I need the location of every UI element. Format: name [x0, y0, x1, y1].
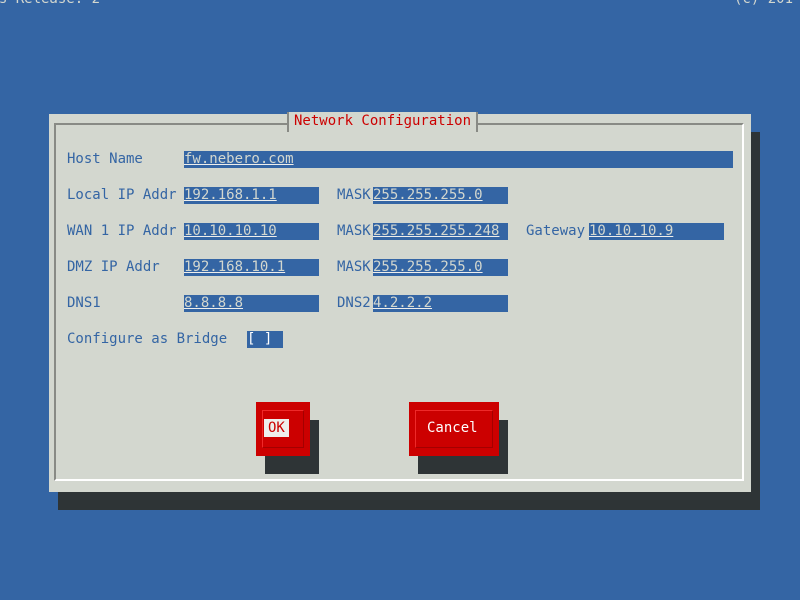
local-ip-field[interactable]: 192.168.1.1: [184, 187, 319, 204]
local-mask-field[interactable]: 255.255.255.0: [373, 187, 508, 204]
gateway-label: Gateway: [526, 223, 586, 239]
dmz-mask-label: MASK: [337, 259, 371, 275]
dmz-ip-label: DMZ IP Addr: [67, 259, 160, 275]
host-name-label: Host Name: [67, 151, 143, 167]
dns2-label: DNS2: [337, 295, 371, 311]
dns1-label: DNS1: [67, 295, 101, 311]
host-name-field[interactable]: fw.nebero.com: [184, 151, 733, 168]
dns2-field[interactable]: 4.2.2.2: [373, 295, 508, 312]
dmz-ip-field[interactable]: 192.168.10.1: [184, 259, 319, 276]
gateway-field[interactable]: 10.10.10.9: [589, 223, 724, 240]
top-status-left: ols Release: 2: [0, 0, 100, 8]
bridge-label: Configure as Bridge: [67, 331, 228, 347]
network-config-dialog: Network Configuration Host Name fw.neber…: [49, 112, 751, 492]
cancel-button-label: Cancel: [427, 420, 478, 436]
dns1-field[interactable]: 8.8.8.8: [184, 295, 319, 312]
ok-button-label: OK: [264, 419, 289, 437]
dialog-title: Network Configuration: [287, 112, 479, 132]
local-mask-label: MASK: [337, 187, 371, 203]
wan1-mask-label: MASK: [337, 223, 371, 239]
ok-button[interactable]: OK: [256, 402, 310, 456]
dmz-mask-field[interactable]: 255.255.255.0: [373, 259, 508, 276]
wan1-mask-field[interactable]: 255.255.255.248: [373, 223, 508, 240]
local-ip-label: Local IP Addr: [67, 187, 177, 203]
top-status-right: (c) 201: [734, 0, 793, 8]
bridge-checkbox[interactable]: [ ]: [247, 331, 283, 348]
cancel-button[interactable]: Cancel: [409, 402, 499, 456]
wan1-ip-field[interactable]: 10.10.10.10: [184, 223, 319, 240]
wan1-ip-label: WAN 1 IP Addr: [67, 223, 177, 239]
